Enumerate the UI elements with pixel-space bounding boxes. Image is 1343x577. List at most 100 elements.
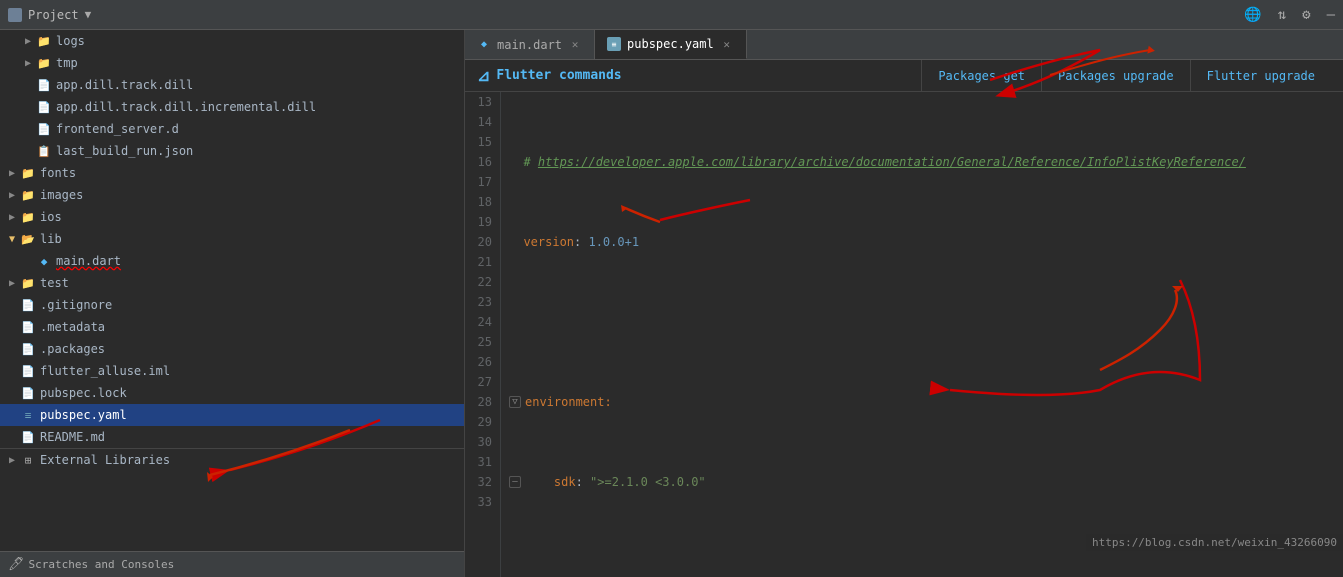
sidebar-item-test[interactable]: ▶ 📁 test: [0, 272, 464, 294]
scratches-label: Scratches and Consoles: [29, 558, 175, 571]
item-label: main.dart: [56, 254, 121, 268]
line-num-14: 14: [469, 112, 492, 132]
arrow-icon: ▶: [20, 33, 36, 49]
dropdown-arrow[interactable]: ▼: [85, 8, 92, 21]
item-label: .metadata: [40, 320, 105, 334]
spacer: [4, 341, 20, 357]
item-label: flutter_alluse.iml: [40, 364, 170, 378]
spacer: [4, 297, 20, 313]
tab-close-pubspec-yaml[interactable]: ✕: [720, 37, 734, 51]
sidebar-item-packages[interactable]: 📄 .packages: [0, 338, 464, 360]
sidebar-item-app-dill-inc[interactable]: 📄 app.dill.track.dill.incremental.dill: [0, 96, 464, 118]
line-num-27: 27: [469, 372, 492, 392]
line-num-32: 32: [469, 472, 492, 492]
scratches-item[interactable]: 🖊 Scratches and Consoles: [8, 557, 174, 572]
spacer: [4, 385, 20, 401]
title-bar-actions: 🌐 ⇅ ⚙ —: [1244, 7, 1335, 23]
arrow-icon: ▶: [4, 209, 20, 225]
sidebar-item-metadata[interactable]: 📄 .metadata: [0, 316, 464, 338]
arrow-icon: ▶: [4, 187, 20, 203]
sidebar-item-logs[interactable]: ▶ 📁 logs: [0, 30, 464, 52]
code-line-16: ▽environment:: [509, 392, 1335, 412]
main-layout: ▶ 📁 logs ▶ 📁 tmp 📄 app.dill.track.dill: [0, 30, 1343, 577]
sidebar: ▶ 📁 logs ▶ 📁 tmp 📄 app.dill.track.dill: [0, 30, 465, 577]
tab-label: main.dart: [497, 38, 562, 52]
line-num-28: 28: [469, 392, 492, 412]
packages-upgrade-btn[interactable]: Packages upgrade: [1041, 60, 1190, 92]
sidebar-item-frontend-server[interactable]: 📄 frontend_server.d: [0, 118, 464, 140]
item-label: frontend_server.d: [56, 122, 179, 136]
code-area[interactable]: # https://developer.apple.com/library/ar…: [501, 92, 1343, 577]
line-num-21: 21: [469, 252, 492, 272]
fold-btn-16[interactable]: ▽: [509, 396, 521, 408]
sidebar-item-pubspec-yaml[interactable]: ≡ pubspec.yaml: [0, 404, 464, 426]
folder-open-icon: 📂: [20, 231, 36, 247]
sidebar-item-lib[interactable]: ▼ 📂 lib: [0, 228, 464, 250]
arrow-icon: ▶: [20, 55, 36, 71]
sidebar-item-external-libs[interactable]: ▶ ⊞ External Libraries: [0, 449, 464, 471]
title-bar: Project ▼ 🌐 ⇅ ⚙ —: [0, 0, 1343, 30]
sidebar-item-readme[interactable]: 📄 README.md: [0, 426, 464, 448]
title-bar-title: Project: [28, 8, 79, 22]
tab-main-dart[interactable]: ◆ main.dart ✕: [465, 30, 595, 59]
packages-get-btn[interactable]: Packages get: [921, 60, 1041, 92]
folder-icon: 📁: [20, 275, 36, 291]
sidebar-item-tmp[interactable]: ▶ 📁 tmp: [0, 52, 464, 74]
file-icon: 📄: [20, 363, 36, 379]
flutter-bar: ⊿ Flutter commands Packages get Packages…: [465, 60, 1343, 92]
minimize-icon[interactable]: —: [1327, 7, 1335, 23]
line-num-24: 24: [469, 312, 492, 332]
file-icon: 📄: [20, 341, 36, 357]
sidebar-item-app-dill[interactable]: 📄 app.dill.track.dill: [0, 74, 464, 96]
json-icon: 📋: [36, 143, 52, 159]
flutter-upgrade-btn[interactable]: Flutter upgrade: [1190, 60, 1331, 92]
line-num-29: 29: [469, 412, 492, 432]
editor-content[interactable]: 13 14 15 16 17 18 19 20 21 22 23 24 25 2…: [465, 92, 1343, 577]
sidebar-item-flutter-alluse[interactable]: 📄 flutter_alluse.iml: [0, 360, 464, 382]
item-label: lib: [40, 232, 62, 246]
globe-icon[interactable]: 🌐: [1244, 7, 1261, 23]
file-icon: 📄: [20, 297, 36, 313]
tab-close-main-dart[interactable]: ✕: [568, 38, 582, 52]
sidebar-item-last-build[interactable]: 📋 last_build_run.json: [0, 140, 464, 162]
item-label: fonts: [40, 166, 76, 180]
yaml-icon: ≡: [20, 407, 36, 423]
item-label: test: [40, 276, 69, 290]
sidebar-item-fonts[interactable]: ▶ 📁 fonts: [0, 162, 464, 184]
sidebar-item-images[interactable]: ▶ 📁 images: [0, 184, 464, 206]
library-icon: ⊞: [20, 452, 36, 468]
file-icon: 📄: [20, 385, 36, 401]
sidebar-item-main-dart[interactable]: ◆ main.dart: [0, 250, 464, 272]
file-icon: 📄: [36, 99, 52, 115]
item-label: .gitignore: [40, 298, 112, 312]
spacer: [20, 253, 36, 269]
sidebar-item-gitignore[interactable]: 📄 .gitignore: [0, 294, 464, 316]
sidebar-item-pubspec-lock[interactable]: 📄 pubspec.lock: [0, 382, 464, 404]
dart-tab-icon: ◆: [477, 38, 491, 52]
spacer: [4, 407, 20, 423]
sidebar-footer: ▶ ⊞ External Libraries: [0, 448, 464, 471]
spacer: [4, 429, 20, 445]
line-num-23: 23: [469, 292, 492, 312]
arrow-icon: ▶: [4, 452, 20, 468]
file-icon: 📄: [20, 429, 36, 445]
tab-pubspec-yaml[interactable]: ≡ pubspec.yaml ✕: [595, 30, 747, 59]
split-icon[interactable]: ⇅: [1278, 7, 1286, 23]
gear-icon[interactable]: ⚙: [1302, 7, 1310, 23]
spacer: [20, 77, 36, 93]
spacer: [20, 143, 36, 159]
tab-bar: ◆ main.dart ✕ ≡ pubspec.yaml ✕: [465, 30, 1343, 60]
item-label: ios: [40, 210, 62, 224]
sidebar-item-ios[interactable]: ▶ 📁 ios: [0, 206, 464, 228]
fold-btn-17[interactable]: —: [509, 476, 521, 488]
line-num-18: 18: [469, 192, 492, 212]
line-num-15: 15: [469, 132, 492, 152]
item-label: images: [40, 188, 83, 202]
watermark: https://blog.csdn.net/weixin_43266090: [1086, 534, 1343, 551]
code-text: sdk: ">=2.1.0 <3.0.0": [525, 472, 706, 492]
arrow-icon: ▶: [4, 165, 20, 181]
scratches-icon: 🖊: [8, 557, 25, 572]
line-num-25: 25: [469, 332, 492, 352]
item-label: .packages: [40, 342, 105, 356]
code-line-14: version: 1.0.0+1: [509, 232, 1335, 252]
